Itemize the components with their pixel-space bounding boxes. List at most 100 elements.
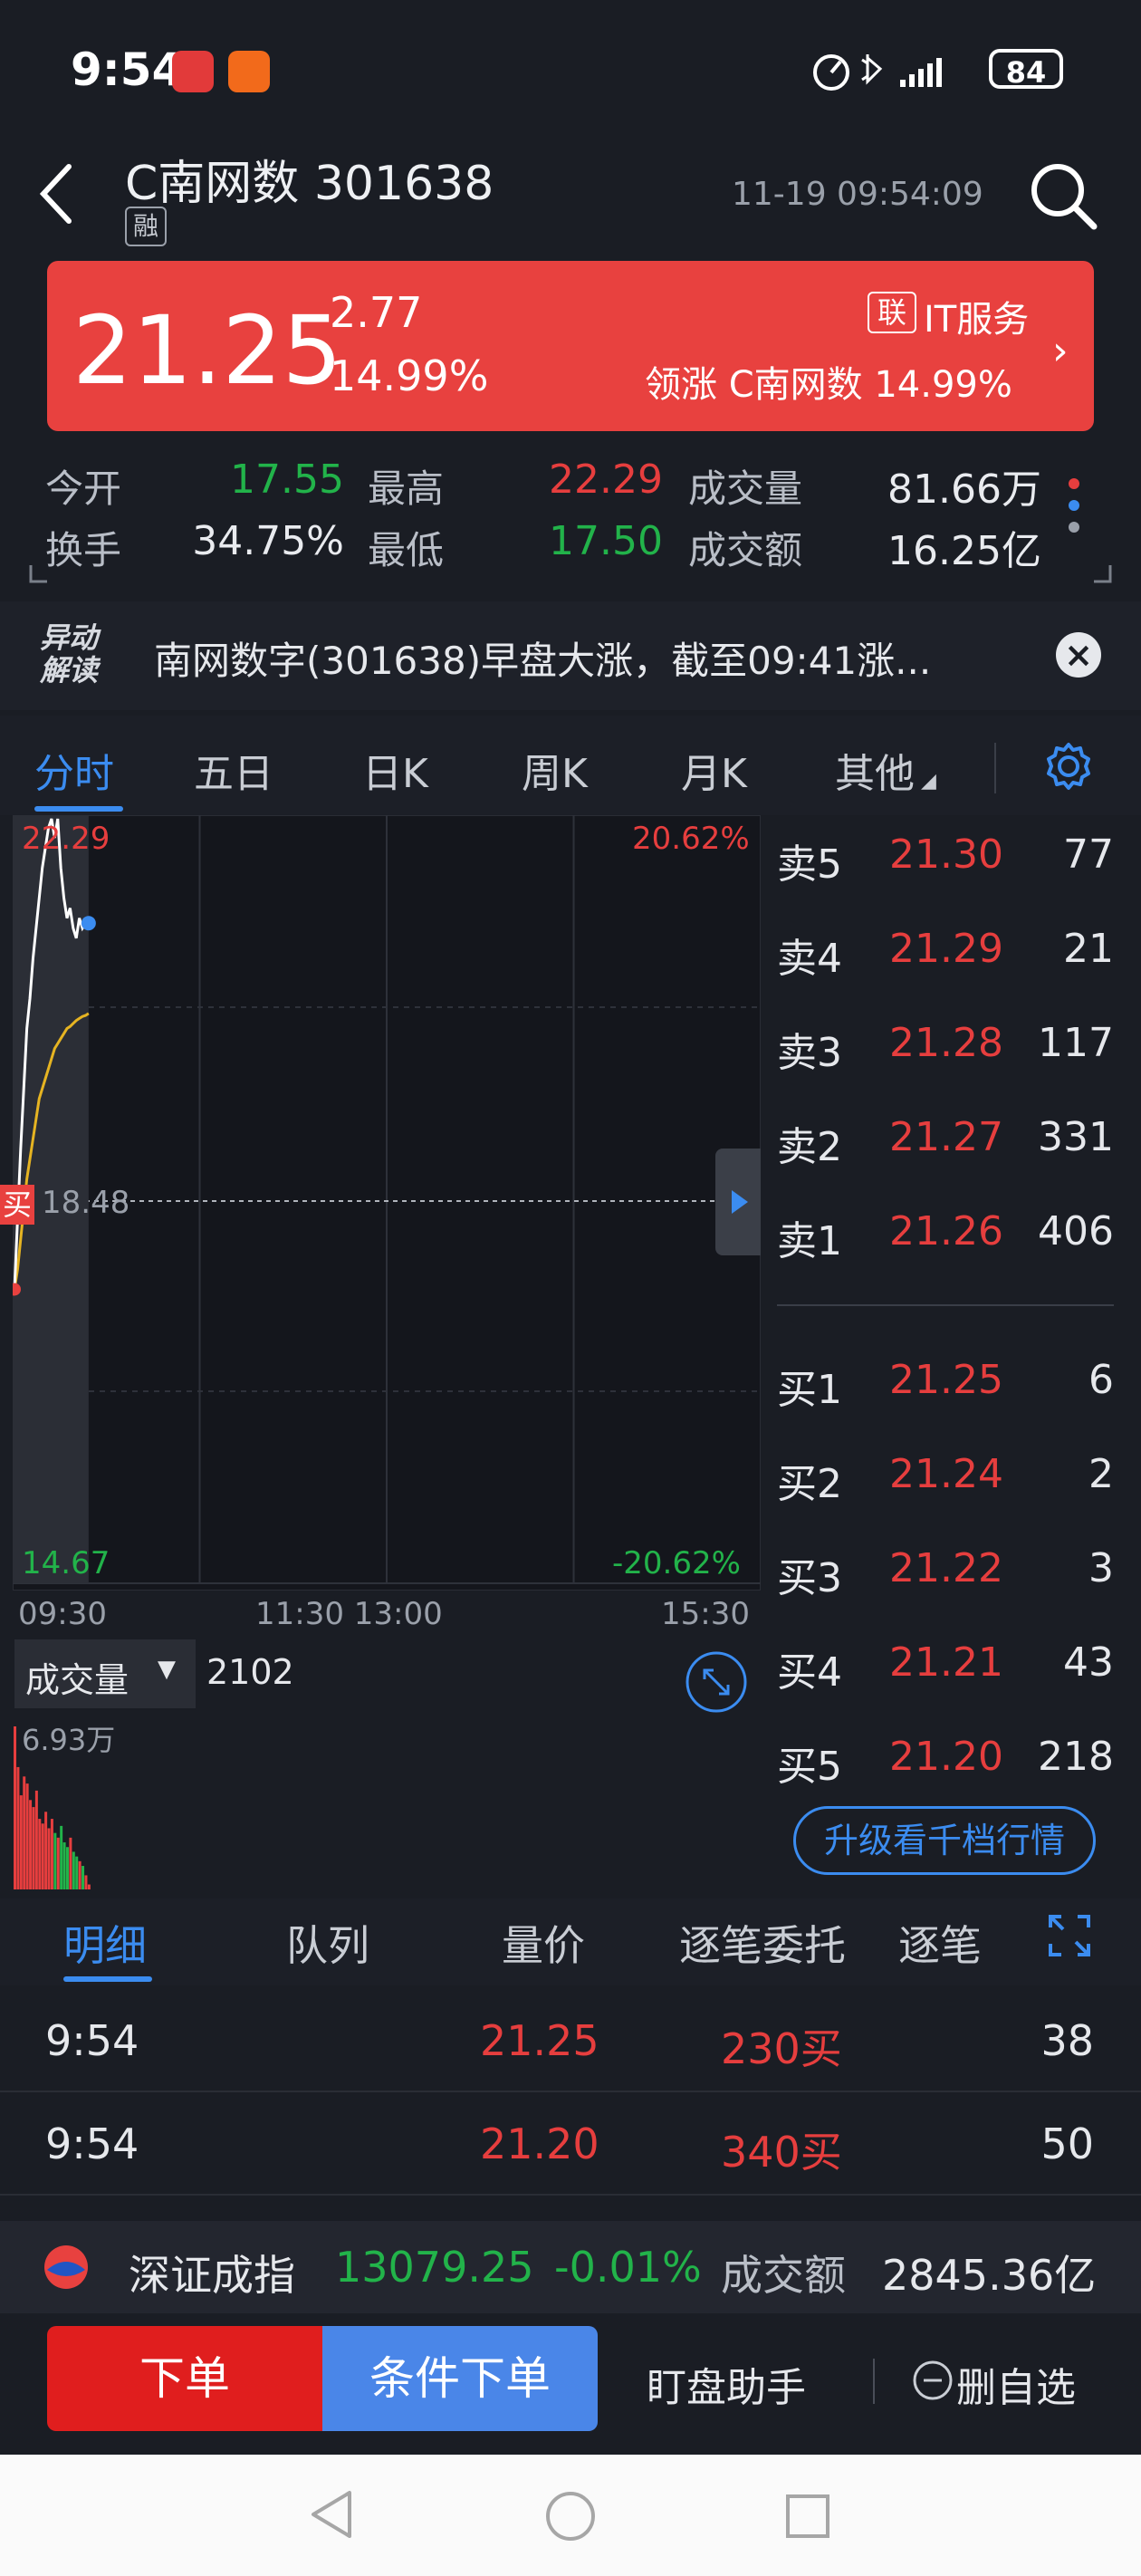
ask-label: 卖3 (777, 1030, 842, 1076)
conditional-order-button[interactable]: 条件下单 (322, 2326, 598, 2431)
huawei-app-icon (172, 51, 214, 92)
volume-bar (60, 1825, 63, 1889)
last-price-dot (81, 916, 96, 931)
bid-row[interactable]: 买3 21.22 3 (777, 1545, 1114, 1601)
order-button[interactable]: 下单 (47, 2326, 322, 2431)
time-start: 09:30 (18, 1596, 107, 1632)
nav-back-icon[interactable] (308, 2487, 355, 2542)
volume-bar (23, 1776, 26, 1889)
volume-value: 81.66万 (887, 466, 1041, 513)
ask-label: 卖2 (777, 1124, 842, 1170)
bid-row[interactable]: 买4 21.21 43 (777, 1639, 1114, 1696)
bid-label: 买5 (777, 1744, 842, 1790)
ask-row[interactable]: 卖5 21.30 77 (777, 831, 1114, 888)
ask-price: 21.27 (889, 1114, 1003, 1160)
tab-divider (994, 743, 996, 793)
volume-value-label: 2102 (206, 1652, 294, 1692)
upgrade-depth-button[interactable]: 升级看千档行情 (793, 1806, 1096, 1875)
volume-bar (34, 1790, 38, 1889)
sector-name[interactable]: IT服务 (924, 290, 1029, 342)
more-dots-icon[interactable] (1065, 475, 1083, 538)
tab-queue[interactable]: 队列 (286, 1913, 369, 1973)
price-change: 2.77 (330, 288, 423, 337)
time-mid: 11:30 13:00 (255, 1596, 443, 1632)
tab-volume-price[interactable]: 量价 (502, 1913, 585, 1973)
chart-bottom-pct: -20.62% (612, 1545, 741, 1581)
bid-qty: 43 (1063, 1639, 1114, 1686)
bid-row[interactable]: 买2 21.24 2 (777, 1451, 1114, 1507)
buy-marker: 买 (0, 1185, 34, 1225)
volume-label: 成交量 (688, 466, 803, 511)
expand-icon[interactable] (1047, 1913, 1092, 1958)
nav-home-icon[interactable] (543, 2489, 598, 2543)
volume-bar (69, 1837, 72, 1889)
close-icon[interactable]: × (1056, 632, 1101, 678)
ask-row[interactable]: 卖4 21.29 21 (777, 926, 1114, 982)
table-row[interactable]: 9:54 21.20 340买 50 (0, 2092, 1141, 2196)
index-amount-label: 成交额 (721, 2251, 846, 2300)
signal-icons (813, 54, 942, 91)
ask-row[interactable]: 卖1 21.26 406 (777, 1208, 1114, 1264)
bid-label: 买4 (777, 1649, 842, 1696)
orderbook-divider (777, 1304, 1114, 1306)
ask-price: 21.28 (889, 1020, 1003, 1066)
bid-row[interactable]: 买5 21.20 218 (777, 1734, 1114, 1790)
chart-bottom-price: 14.67 (22, 1545, 110, 1581)
volume-chart[interactable] (13, 1708, 761, 1889)
minus-circle-icon[interactable] (911, 2359, 954, 2402)
tab-monthly-k[interactable]: 月K (681, 741, 747, 799)
back-icon[interactable] (36, 161, 80, 226)
tab-other[interactable]: 其他 ◢ (835, 741, 936, 799)
volume-bar (78, 1860, 82, 1889)
ask-label: 卖5 (777, 841, 842, 888)
index-value: 13079.25 (335, 2243, 534, 2292)
tab-order-by-order[interactable]: 逐笔委托 (679, 1913, 846, 1973)
trade-price: 21.25 (480, 2016, 599, 2065)
volume-bar (87, 1884, 91, 1889)
bid-qty: 2 (1088, 1451, 1114, 1497)
tab-intraday[interactable]: 分时 (34, 741, 114, 799)
nav-recents-icon[interactable] (784, 2493, 831, 2540)
table-row[interactable]: 9:54 21.25 230买 38 (0, 1989, 1141, 2092)
tab-daily-k[interactable]: 日K (362, 741, 428, 799)
sector-leader: 领涨 C南网数 14.99% (645, 364, 1012, 406)
ask-price: 21.29 (889, 926, 1003, 972)
bid-row[interactable]: 买1 21.25 6 (777, 1357, 1114, 1413)
tab-weekly-k[interactable]: 周K (522, 741, 588, 799)
price-change-pct: 14.99% (330, 351, 489, 400)
volume-bar (50, 1819, 53, 1889)
open-value: 17.55 (230, 457, 344, 503)
battery-indicator: 84 (989, 49, 1063, 90)
tab-trade-by-trade[interactable]: 逐笔 (898, 1913, 992, 1973)
index-amount: 2845.36亿 (882, 2251, 1097, 2300)
ask-row[interactable]: 卖2 21.27 331 (777, 1114, 1114, 1170)
expand-corners-icon[interactable] (27, 562, 1114, 589)
open-label: 今开 (45, 466, 122, 511)
expand-orderbook-button[interactable] (715, 1149, 761, 1255)
chart-top-price: 22.29 (22, 821, 110, 857)
search-icon[interactable] (1027, 159, 1099, 232)
gear-icon[interactable] (1041, 739, 1096, 793)
ask-row[interactable]: 卖3 21.28 117 (777, 1020, 1114, 1076)
volume-dropdown[interactable]: 成交量 ▼ (14, 1639, 196, 1708)
bid-price: 21.20 (889, 1734, 1003, 1780)
volume-bar (29, 1800, 33, 1889)
index-change: -0.01% (554, 2243, 702, 2292)
tab-five-day[interactable]: 五日 (194, 741, 273, 799)
assistant-button[interactable]: 盯盘助手 (647, 2355, 806, 2413)
remove-watchlist-button[interactable]: 删自选 (956, 2355, 1076, 2413)
chevron-right-icon[interactable]: › (1052, 328, 1069, 374)
volume-bar (82, 1866, 85, 1889)
chart-mid-price: 18.48 (42, 1185, 130, 1221)
bid-price: 21.25 (889, 1357, 1003, 1403)
ask-qty: 21 (1063, 926, 1114, 972)
bid-label: 买2 (777, 1461, 842, 1507)
trade-volume: 340买 (721, 2128, 842, 2177)
fullscreen-chart-icon[interactable] (685, 1650, 748, 1714)
stock-title: C南网数 301638 (125, 157, 494, 211)
tab-detail[interactable]: 明细 (63, 1913, 147, 1973)
trade-price: 21.20 (480, 2119, 599, 2168)
play-right-icon (732, 1190, 748, 1214)
volume-bar (62, 1842, 66, 1889)
news-text[interactable]: 南网数字(301638)早盘大涨，截至09:41涨... (154, 630, 931, 686)
